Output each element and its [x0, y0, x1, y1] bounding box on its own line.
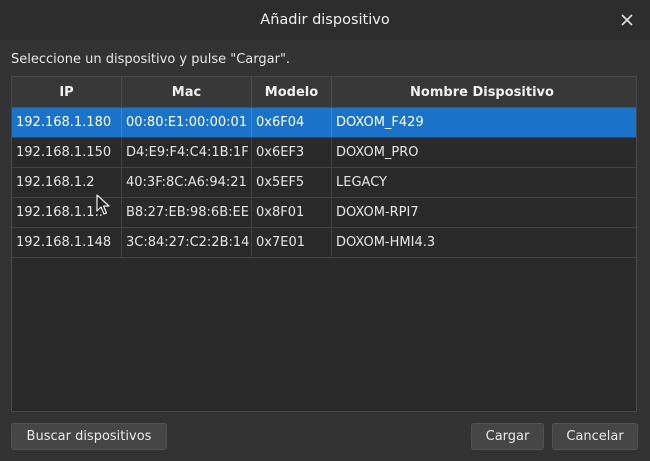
- table-row[interactable]: 192.168.1.148 3C:84:27:C2:2B:14 0x7E01 D…: [12, 228, 636, 258]
- cell-device-name: LEGACY: [336, 175, 387, 190]
- cell-ip: 192.168.1.180: [12, 108, 122, 137]
- cell-mac: 00:80:E1:00:00:01: [122, 108, 252, 137]
- cell-device-name: DOXOM_F429: [336, 115, 424, 130]
- cell-device-name: DOXOM-HMI4.3: [336, 235, 436, 250]
- add-device-dialog: Añadir dispositivo Seleccione un disposi…: [0, 0, 650, 461]
- column-header-model[interactable]: Modelo: [252, 77, 332, 107]
- title-bar: Añadir dispositivo: [0, 0, 650, 40]
- mouse-pointer-icon: [96, 194, 110, 215]
- table-header: IP Mac Modelo Nombre Dispositivo: [12, 77, 636, 108]
- cell-model: 0x6F04: [252, 108, 332, 137]
- cancel-button[interactable]: Cancelar: [552, 423, 638, 450]
- cell-mac: 40:3F:8C:A6:94:21: [122, 168, 252, 197]
- search-devices-button[interactable]: Buscar dispositivos: [11, 423, 167, 450]
- load-button[interactable]: Cargar: [471, 423, 544, 450]
- cell-model: 0x5EF5: [252, 168, 332, 197]
- column-header-ip[interactable]: IP: [12, 77, 122, 107]
- cell-device-name: DOXOM_PRO: [336, 145, 419, 160]
- cell-mac: 3C:84:27:C2:2B:14: [122, 228, 252, 257]
- instructions-text: Seleccione un dispositivo y pulse "Carga…: [11, 52, 291, 67]
- cell-ip: 192.168.1.150: [12, 138, 122, 167]
- cell-ip: 192.168.1.148: [12, 228, 122, 257]
- cell-model: 0x6EF3: [252, 138, 332, 167]
- table-row[interactable]: 192.168.1.150 D4:E9:F4:C4:1B:1F 0x6EF3 D…: [12, 138, 636, 168]
- cell-model: 0x7E01: [252, 228, 332, 257]
- cell-mac: B8:27:EB:98:6B:EE: [122, 198, 252, 227]
- cell-mac: D4:E9:F4:C4:1B:1F: [122, 138, 252, 167]
- column-header-device-name[interactable]: Nombre Dispositivo: [332, 77, 632, 107]
- table-row[interactable]: 192.168.1.180 00:80:E1:00:00:01 0x6F04 D…: [12, 108, 636, 138]
- column-header-mac[interactable]: Mac: [122, 77, 252, 107]
- cell-model: 0x8F01: [252, 198, 332, 227]
- close-button[interactable]: [618, 11, 636, 29]
- close-icon: [621, 14, 633, 26]
- cell-ip: 192.168.1.2: [12, 168, 122, 197]
- device-table[interactable]: IP Mac Modelo Nombre Dispositivo 192.168…: [11, 76, 637, 412]
- cell-device-name: DOXOM-RPI7: [336, 205, 419, 220]
- dialog-title: Añadir dispositivo: [260, 12, 390, 28]
